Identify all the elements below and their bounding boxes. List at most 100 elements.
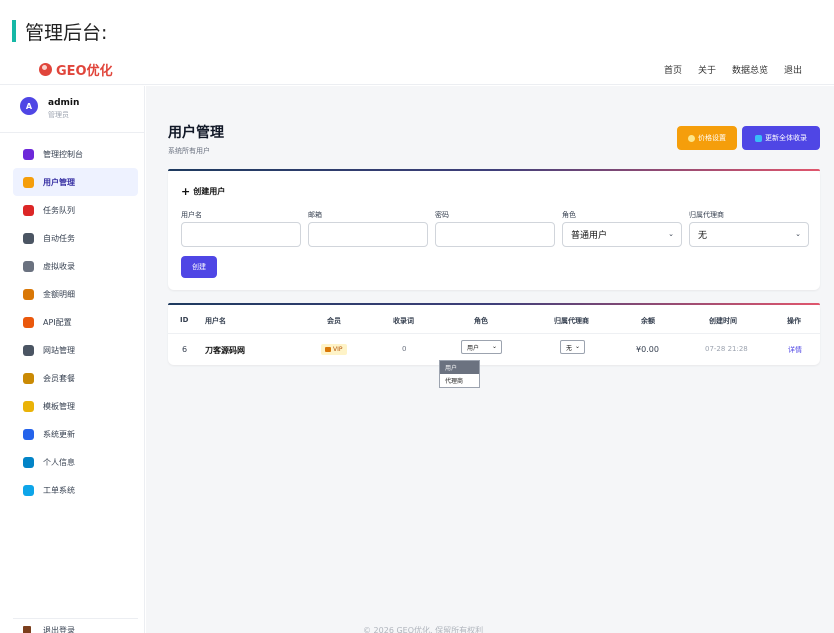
sidebar: A admin 管理员 管理控制台用户管理任务队列自动任务虚拟收录金额明细 API… bbox=[0, 86, 145, 633]
sidebar-item-11[interactable]: 个人信息 bbox=[13, 448, 138, 476]
row-role-select[interactable]: 用户 ⌄ bbox=[461, 340, 502, 354]
money-bag-icon bbox=[688, 134, 695, 142]
profile-icon bbox=[23, 456, 34, 468]
sidebar-item-7[interactable]: 网站管理 bbox=[13, 336, 138, 364]
logout-label: 退出登录 bbox=[43, 626, 75, 633]
users-icon bbox=[23, 176, 34, 188]
sidebar-item-8[interactable]: 会员套餐 bbox=[13, 364, 138, 392]
sidebar-item-label: 任务队列 bbox=[43, 205, 75, 215]
card-accent-line bbox=[168, 169, 820, 171]
top-nav-links: 首页 关于 数据总览 退出 bbox=[664, 63, 802, 76]
create-user-card: + 创建用户 用户名 邮箱 密码 角色 普通用户 ⌄ 归属代理商 无 ⌄ 创建 bbox=[168, 169, 820, 290]
gear-icon bbox=[23, 232, 34, 244]
cell-keywords: 0 bbox=[402, 345, 407, 353]
user-name: admin bbox=[48, 98, 80, 108]
th-agent: 归属代理商 bbox=[554, 317, 589, 325]
password-label: 密码 bbox=[435, 211, 449, 219]
row-role-value: 用户 bbox=[467, 344, 480, 352]
sidebar-item-label: 用户管理 bbox=[43, 177, 75, 187]
role-select[interactable]: 普通用户 ⌄ bbox=[562, 222, 682, 247]
sidebar-item-label: 自动任务 bbox=[43, 233, 75, 243]
dashboard-icon bbox=[23, 148, 34, 160]
price-settings-button[interactable]: 价格设置 bbox=[677, 126, 737, 150]
email-label: 邮箱 bbox=[308, 211, 322, 219]
sidebar-item-label: 虚拟收录 bbox=[43, 261, 75, 271]
sidebar-item-label: 管理控制台 bbox=[43, 149, 83, 159]
nav-overview-link[interactable]: 数据总览 bbox=[732, 63, 768, 76]
sidebar-item-6[interactable]: API配置 bbox=[13, 308, 138, 336]
top-navbar: GEO优化 首页 关于 数据总览 退出 bbox=[0, 53, 834, 85]
role-option-agent[interactable]: 代理商 bbox=[440, 374, 479, 387]
role-option-user[interactable]: 用户 bbox=[440, 361, 479, 374]
agent-select[interactable]: 无 ⌄ bbox=[689, 222, 809, 247]
row-agent-select[interactable]: 无 ⌄ bbox=[560, 340, 585, 354]
nav-logout-link[interactable]: 退出 bbox=[784, 63, 802, 76]
sidebar-item-3[interactable]: 自动任务 bbox=[13, 224, 138, 252]
sidebar-item-label: API配置 bbox=[43, 317, 72, 327]
role-dropdown-list: 用户 代理商 bbox=[439, 360, 480, 388]
chevron-down-icon: ⌄ bbox=[574, 343, 580, 350]
vip-label: VIP bbox=[333, 346, 343, 353]
nav-about-link[interactable]: 关于 bbox=[698, 63, 716, 76]
table-divider bbox=[168, 333, 820, 334]
footer-copyright: © 2026 GEO优化. 保留所有权利 bbox=[363, 626, 484, 633]
ticket-icon bbox=[23, 484, 34, 496]
user-role: 管理员 bbox=[48, 111, 69, 119]
th-balance: 余额 bbox=[641, 317, 655, 325]
username-input[interactable] bbox=[181, 222, 301, 247]
sidebar-item-label: 系统更新 bbox=[43, 429, 75, 439]
th-id: ID bbox=[180, 316, 189, 324]
heading-text: 管理后台: bbox=[25, 21, 108, 44]
sidebar-item-1[interactable]: 用户管理 bbox=[13, 168, 138, 196]
sidebar-item-10[interactable]: 系统更新 bbox=[13, 420, 138, 448]
globe-icon bbox=[39, 63, 52, 76]
brand-name: GEO优化 bbox=[56, 64, 113, 79]
users-table-card: ID 用户名 会员 收录词 角色 归属代理商 余额 创建时间 操作 6 刀客源码… bbox=[168, 303, 820, 365]
create-button[interactable]: 创建 bbox=[181, 256, 217, 278]
username-label: 用户名 bbox=[181, 211, 202, 219]
crown-icon bbox=[325, 347, 331, 352]
role-select-value: 普通用户 bbox=[571, 231, 608, 241]
package-icon bbox=[23, 372, 34, 384]
th-keywords: 收录词 bbox=[393, 317, 414, 325]
door-icon bbox=[23, 625, 31, 633]
password-input[interactable] bbox=[435, 222, 555, 247]
sidebar-item-label: 工单系统 bbox=[43, 485, 75, 495]
th-member: 会员 bbox=[327, 317, 341, 325]
email-input[interactable] bbox=[308, 222, 428, 247]
page-heading: 管理后台: bbox=[12, 18, 107, 44]
card-accent-line bbox=[168, 303, 820, 305]
sidebar-logout[interactable]: 退出登录 bbox=[13, 618, 138, 633]
price-settings-label: 价格设置 bbox=[698, 134, 726, 142]
chevron-down-icon: ⌄ bbox=[491, 343, 497, 350]
sidebar-item-9[interactable]: 模板管理 bbox=[13, 392, 138, 420]
heading-accent-bar bbox=[12, 20, 16, 42]
th-role: 角色 bbox=[474, 317, 488, 325]
page-title: 用户管理 bbox=[168, 125, 224, 141]
detail-link[interactable]: 详情 bbox=[788, 345, 802, 355]
sidebar-item-label: 网站管理 bbox=[43, 345, 75, 355]
wrench-icon bbox=[23, 316, 34, 328]
tag-icon bbox=[23, 260, 34, 272]
chevron-down-icon: ⌄ bbox=[795, 230, 801, 238]
sidebar-item-0[interactable]: 管理控制台 bbox=[13, 140, 138, 168]
refresh-icon bbox=[23, 428, 34, 440]
th-username: 用户名 bbox=[205, 317, 226, 325]
sidebar-item-4[interactable]: 虚拟收录 bbox=[13, 252, 138, 280]
create-title-text: 创建用户 bbox=[193, 187, 226, 196]
update-all-button[interactable]: 更新全体收录 bbox=[742, 126, 820, 150]
sidebar-item-label: 会员套餐 bbox=[43, 373, 75, 383]
sidebar-item-12[interactable]: 工单系统 bbox=[13, 476, 138, 504]
palette-icon bbox=[23, 400, 34, 412]
avatar: A bbox=[20, 97, 38, 115]
sidebar-item-label: 个人信息 bbox=[43, 457, 75, 467]
brand-logo[interactable]: GEO优化 bbox=[39, 60, 113, 79]
sidebar-item-2[interactable]: 任务队列 bbox=[13, 196, 138, 224]
update-all-label: 更新全体收录 bbox=[765, 134, 807, 142]
sidebar-item-5[interactable]: 金额明细 bbox=[13, 280, 138, 308]
cell-id: 6 bbox=[182, 345, 188, 354]
sidebar-item-label: 模板管理 bbox=[43, 401, 75, 411]
nav-home-link[interactable]: 首页 bbox=[664, 63, 682, 76]
money-bag-icon bbox=[23, 288, 34, 300]
queue-icon bbox=[23, 204, 34, 216]
